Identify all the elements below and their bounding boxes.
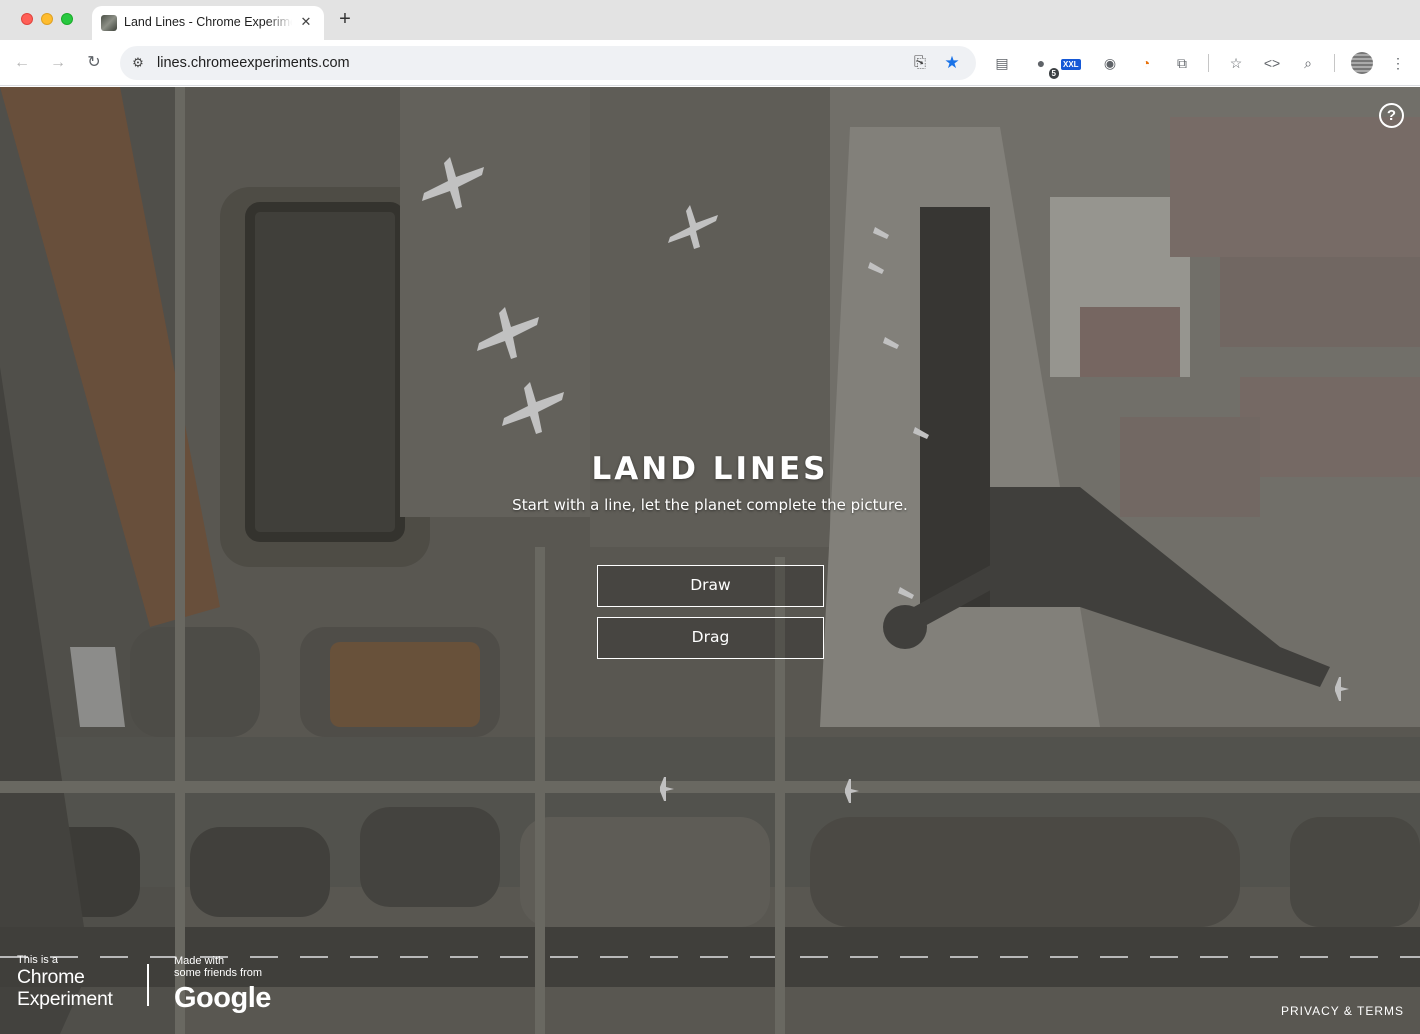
address-bar[interactable]: ⚙ lines.chromeexperiments.com ⎘ ★ — [120, 46, 976, 80]
window-maximize-button[interactable] — [61, 13, 73, 25]
docs-icon[interactable]: ▤ — [990, 51, 1014, 75]
active-tab[interactable]: Land Lines - Chrome Experiments ✕ — [92, 6, 324, 40]
help-button[interactable]: ? — [1379, 103, 1404, 128]
extension-glyph: ● — [1036, 55, 1046, 71]
map-viewport[interactable]: ? LAND LINES Start with a line, let the … — [0, 87, 1420, 1034]
site-info-icon[interactable]: ⚙ — [128, 53, 148, 73]
badge-divider — [147, 964, 149, 1006]
bookmark-star-icon[interactable]: ☆ — [1224, 51, 1248, 75]
draw-button[interactable]: Draw — [597, 565, 824, 607]
tab-title: Land Lines - Chrome Experiments — [124, 15, 292, 29]
toolbar-separator — [1334, 54, 1335, 72]
window-close-button[interactable] — [21, 13, 33, 25]
profile-avatar[interactable] — [1351, 52, 1373, 74]
page-subtitle: Start with a line, let the planet comple… — [512, 496, 908, 514]
clock-color-icon[interactable]: ◔ — [1134, 51, 1158, 75]
reload-button[interactable]: ↻ — [82, 51, 106, 75]
tab-favicon-icon — [101, 15, 117, 31]
friends-from-text: some friends from — [174, 967, 263, 979]
forward-button[interactable]: → — [46, 51, 70, 75]
new-tab-button[interactable]: + — [334, 8, 356, 30]
extension-count-badge: 5 — [1048, 68, 1059, 79]
drag-button[interactable]: Drag — [597, 617, 824, 659]
extension-badge-icon[interactable]: ● 5 — [1029, 51, 1059, 79]
xxl-badge: XXL — [1061, 59, 1081, 70]
toolbar-separator — [1208, 54, 1209, 72]
badge-intro-text: This is a — [17, 954, 58, 966]
badge-chrome-text: Chrome — [17, 966, 85, 988]
puzzle-icon[interactable]: ⧉ — [1170, 51, 1194, 75]
circle-dots-icon[interactable]: ◉ — [1098, 51, 1122, 75]
install-app-icon[interactable]: ⎘ — [910, 53, 930, 73]
page-title: LAND LINES — [591, 451, 829, 487]
privacy-terms-link[interactable]: PRIVACY & TERMS — [1281, 1004, 1404, 1018]
window-minimize-button[interactable] — [41, 13, 53, 25]
back-button[interactable]: ← — [10, 51, 34, 75]
bookmark-star-icon[interactable]: ★ — [942, 53, 962, 73]
made-with-text: Made with — [174, 955, 225, 967]
url-text[interactable]: lines.chromeexperiments.com — [157, 55, 350, 71]
browser-toolbar: ← → ↻ ⚙ lines.chromeexperiments.com ⎘ ★ — [0, 40, 1420, 86]
badge-experiment-text: Experiment — [17, 988, 113, 1010]
tab-strip: Land Lines - Chrome Experiments ✕ + — [0, 0, 1420, 40]
tab-close-icon[interactable]: ✕ — [297, 13, 315, 31]
satellite-map[interactable] — [0, 87, 1420, 1034]
search-tab-icon[interactable]: ⌕ — [1296, 51, 1320, 75]
menu-icon[interactable]: ⋮ — [1386, 51, 1410, 75]
chrome-experiment-badge[interactable]: This is a Chrome Experiment — [17, 954, 113, 1010]
google-logo: Google — [174, 982, 271, 1014]
xxl-extension-icon[interactable]: XXL — [1061, 51, 1087, 75]
made-with-google-badge[interactable]: Made with some friends from Google — [174, 955, 271, 1015]
code-icon[interactable]: <> — [1260, 51, 1284, 75]
